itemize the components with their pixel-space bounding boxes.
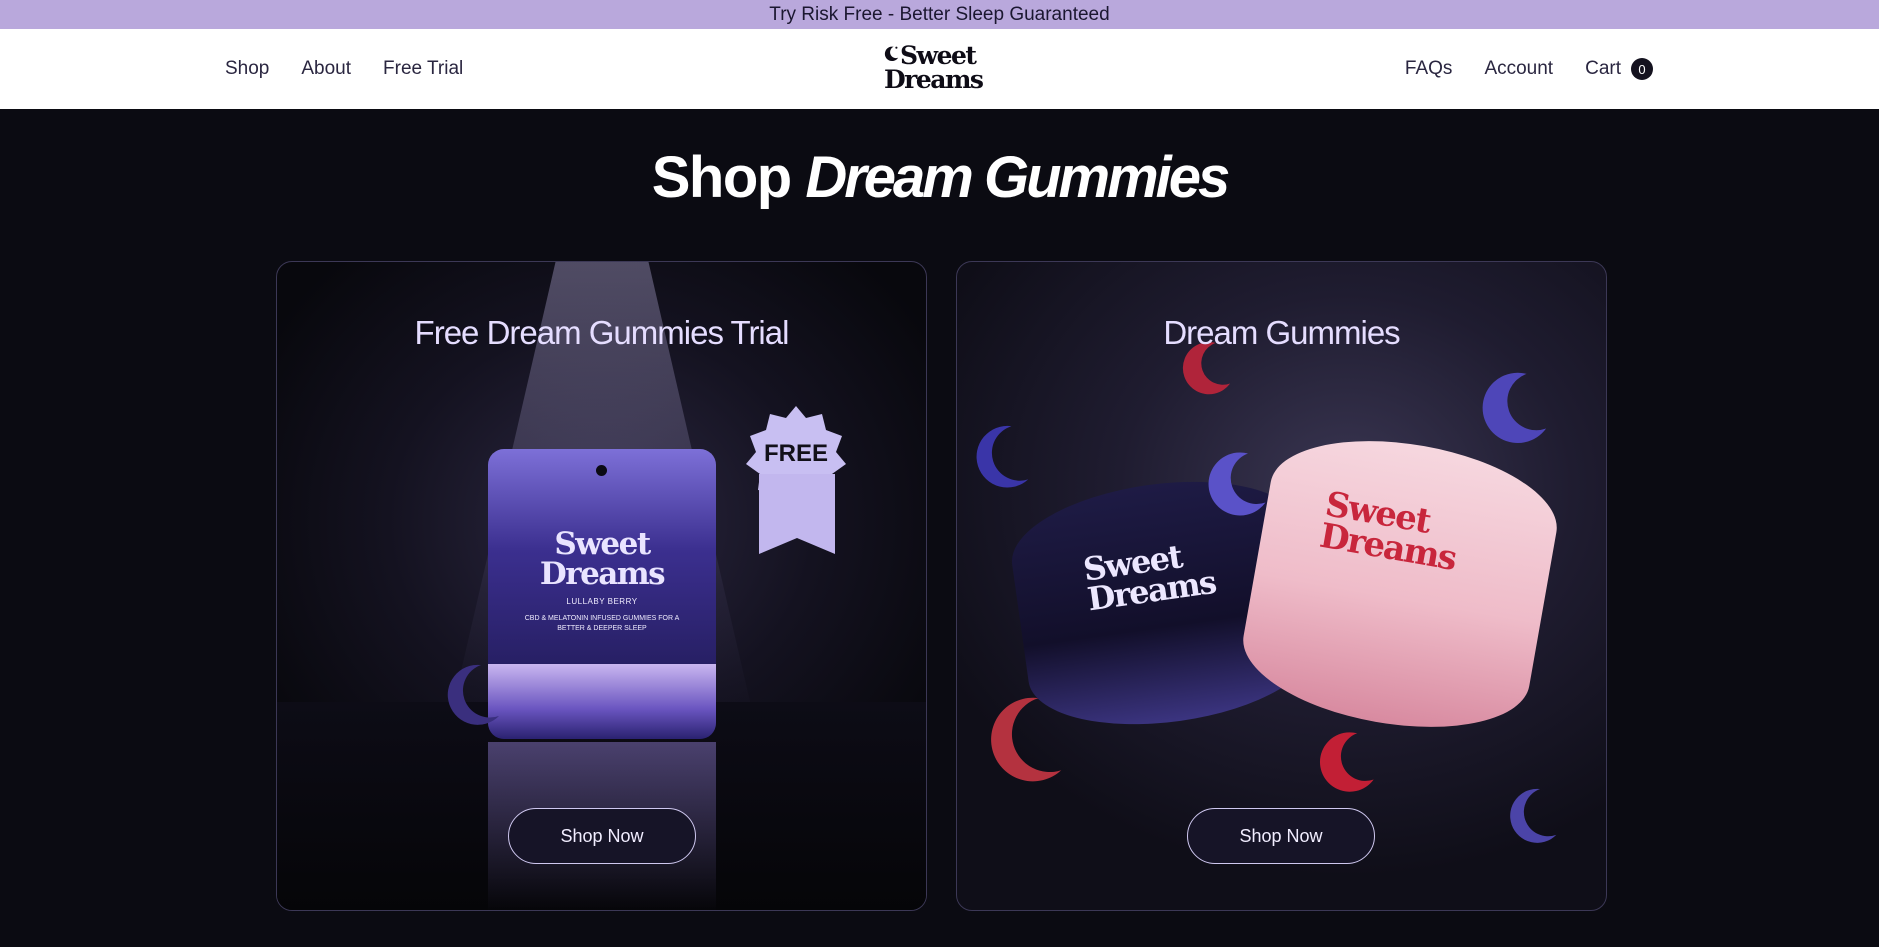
strawberry-moon-tin-image: Sweet Dreams [1232,420,1568,748]
pouch-description: CBD & MELATONIN INFUSED GUMMIES FOR A BE… [524,615,680,632]
crescent-gummy-icon [976,425,1029,488]
site-header: Shop About Free Trial Sweet Dreams FAQs … [0,29,1879,109]
shop-now-button-free-trial[interactable]: Shop Now [508,808,696,864]
nav-link-about[interactable]: About [301,58,351,80]
nav-link-faqs[interactable]: FAQs [1405,58,1453,80]
announcement-text: Try Risk Free - Better Sleep Guaranteed [769,3,1110,25]
utility-nav: FAQs Account Cart 0 [1405,29,1653,109]
nav-link-shop[interactable]: Shop [225,58,269,80]
free-badge-label: FREE [763,440,828,467]
card-title-dream-gummies: Dream Gummies [1163,314,1400,351]
pouch-brand: Sweet Dreams [539,526,666,592]
logo-line-2: Dreams [884,65,984,94]
crescent-gummy-icon [1208,452,1266,516]
tin-dark-brand: Sweet Dreams [1080,537,1218,619]
cart-label: Cart [1585,58,1621,79]
crescent-gummy-icon [447,664,499,725]
pouch-wave-art [488,664,716,739]
announcement-bar: Try Risk Free - Better Sleep Guaranteed [0,0,1879,29]
nav-link-free-trial[interactable]: Free Trial [383,58,463,80]
pouch-hang-hole [596,465,607,476]
badge-ribbon [759,474,835,554]
trial-pouch-image: Sweet Dreams LULLABY BERRY CBD & MELATON… [488,449,716,739]
cart-count-badge: 0 [1631,58,1653,80]
nav-link-account[interactable]: Account [1484,58,1553,80]
brand-logo[interactable]: Sweet Dreams [882,43,1000,95]
pouch-flavor: LULLABY BERRY [566,597,638,606]
tin-pink-brand: Sweet Dreams [1316,484,1459,579]
title-plain: Shop [651,145,792,210]
primary-nav: Shop About Free Trial [225,29,463,109]
shop-now-button-dream-gummies[interactable]: Shop Now [1187,808,1375,864]
cart-link[interactable]: Cart 0 [1585,58,1653,80]
page-title: Shop Dream Gummies [0,144,1879,211]
crescent-gummy-icon [1319,732,1374,792]
crescent-moon-icon [884,46,899,62]
shop-section: Shop Dream Gummies Sweet Dreams LULLABY … [0,109,1879,947]
crescent-gummy-icon [991,697,1062,782]
product-card-free-trial[interactable]: Sweet Dreams LULLABY BERRY CBD & MELATON… [276,261,927,911]
product-card-dream-gummies[interactable]: Sweet Dreams Sweet Dreams Dream Gummies … [956,261,1607,911]
title-italic: Dream Gummies [805,145,1230,210]
card-title-free-trial: Free Dream Gummies Trial [414,314,790,351]
crescent-gummy-icon [1510,788,1557,843]
crescent-gummy-icon [1482,372,1547,443]
